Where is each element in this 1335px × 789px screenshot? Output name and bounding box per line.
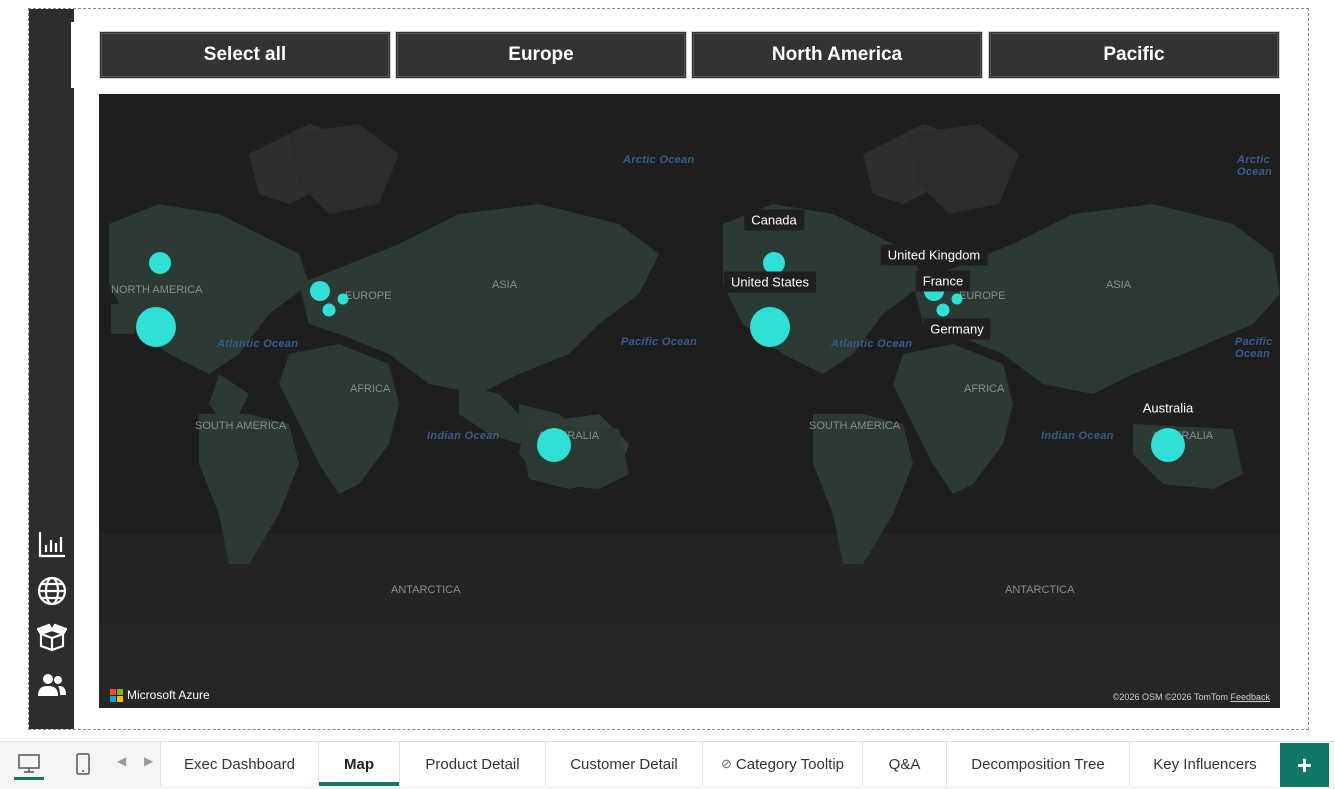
map-bubble-canada[interactable] bbox=[149, 252, 171, 274]
page-tab-bar: ◀ ▶ Exec Dashboard Map Product Detail Cu… bbox=[0, 741, 1335, 789]
azure-logo-icon bbox=[110, 688, 123, 702]
continent-label: AFRICA bbox=[350, 383, 391, 395]
map-attribution: ©2026 OSM ©2026 TomTom Feedback bbox=[1113, 692, 1270, 702]
continent-label: ANTARCTICA bbox=[1005, 584, 1075, 596]
ocean-label: Atlantic Ocean bbox=[217, 338, 299, 350]
country-label-germany: Germany bbox=[923, 318, 991, 340]
ocean-label: Atlantic Ocean bbox=[831, 338, 913, 350]
country-label-australia: Australia bbox=[1135, 397, 1201, 419]
tab-category-tooltip-label: Category Tooltip bbox=[735, 755, 845, 773]
continent-label: EUROPE bbox=[959, 290, 1006, 302]
nav-rail bbox=[29, 9, 74, 729]
europe-button[interactable]: Europe bbox=[395, 31, 687, 79]
tab-scroll-left-icon[interactable]: ◀ bbox=[117, 754, 126, 768]
hidden-page-icon: ⊘ bbox=[720, 756, 732, 771]
ocean-label: Pacific Ocean bbox=[1235, 336, 1273, 360]
continent-label: EUROPE bbox=[345, 290, 392, 302]
map-bubble-united-states[interactable] bbox=[750, 307, 790, 347]
continent-label: ANTARCTICA bbox=[391, 584, 461, 596]
map-bubble-france[interactable] bbox=[322, 303, 336, 317]
tab-key-influencers[interactable]: Key Influencers bbox=[1129, 742, 1280, 786]
tab-category-tooltip[interactable]: ⊘ Category Tooltip bbox=[702, 742, 862, 786]
map-bubble-australia[interactable] bbox=[1151, 428, 1185, 462]
map-bubble-france[interactable] bbox=[936, 303, 950, 317]
active-view-indicator bbox=[14, 777, 44, 780]
map-bubble-united-kingdom[interactable] bbox=[310, 281, 330, 301]
box-icon[interactable] bbox=[36, 622, 68, 654]
country-label-france: France bbox=[915, 270, 971, 292]
continent-label: ASIA bbox=[1106, 279, 1132, 291]
world-map-tiles bbox=[99, 124, 1280, 708]
tab-product-detail[interactable]: Product Detail bbox=[399, 742, 545, 786]
tab-qa[interactable]: Q&A bbox=[862, 742, 946, 786]
tab-scroll-right-icon[interactable]: ▶ bbox=[144, 754, 153, 768]
people-icon[interactable] bbox=[36, 669, 68, 701]
phone-view-button[interactable] bbox=[66, 742, 100, 786]
continent-label: NORTH AMERICA bbox=[111, 284, 203, 296]
pacific-button[interactable]: Pacific bbox=[988, 31, 1280, 79]
tab-exec-dashboard[interactable]: Exec Dashboard bbox=[160, 742, 318, 786]
attribution-text: ©2026 OSM ©2026 TomTom bbox=[1112, 692, 1228, 702]
country-label-canada: Canada bbox=[744, 209, 804, 231]
continent-label: ASIA bbox=[492, 279, 518, 291]
country-label-united-kingdom: United Kingdom bbox=[880, 244, 988, 266]
bar-chart-icon[interactable] bbox=[36, 528, 68, 560]
globe-icon[interactable] bbox=[36, 575, 68, 607]
desktop-icon bbox=[18, 754, 40, 773]
ocean-label: Arctic Ocean bbox=[1237, 154, 1273, 178]
tab-customer-detail[interactable]: Customer Detail bbox=[545, 742, 702, 786]
map-visual[interactable]: Arctic Ocean Arctic Ocean Atlantic Ocean… bbox=[99, 94, 1280, 708]
continent-label: SOUTH AMERICA bbox=[809, 420, 901, 432]
tab-map[interactable]: Map bbox=[318, 742, 399, 786]
select-all-button[interactable]: Select all bbox=[99, 31, 391, 79]
map-bubble-united-states[interactable] bbox=[136, 307, 176, 347]
map-bubble-australia[interactable] bbox=[537, 428, 571, 462]
feedback-link[interactable]: Feedback bbox=[1230, 692, 1270, 702]
map-bubble-germany[interactable] bbox=[337, 293, 349, 305]
ocean-label: Indian Ocean bbox=[427, 430, 500, 442]
ocean-label: Arctic Ocean bbox=[623, 154, 695, 166]
ocean-label: Indian Ocean bbox=[1041, 430, 1114, 442]
nav-rail-notch bbox=[71, 22, 74, 88]
map-bubble-germany[interactable] bbox=[951, 293, 963, 305]
north-america-button[interactable]: North America bbox=[691, 31, 983, 79]
azure-provider-label: Microsoft Azure bbox=[127, 688, 210, 702]
ocean-label: Pacific Ocean bbox=[621, 336, 698, 348]
phone-icon bbox=[76, 753, 90, 775]
microsoft-azure-logo: Microsoft Azure bbox=[110, 688, 210, 702]
add-page-button[interactable]: + bbox=[1280, 743, 1329, 787]
tab-decomposition-tree[interactable]: Decomposition Tree bbox=[946, 742, 1129, 786]
continent-label: AFRICA bbox=[964, 383, 1005, 395]
country-label-united-states: United States bbox=[723, 271, 817, 293]
continent-label: SOUTH AMERICA bbox=[195, 420, 287, 432]
